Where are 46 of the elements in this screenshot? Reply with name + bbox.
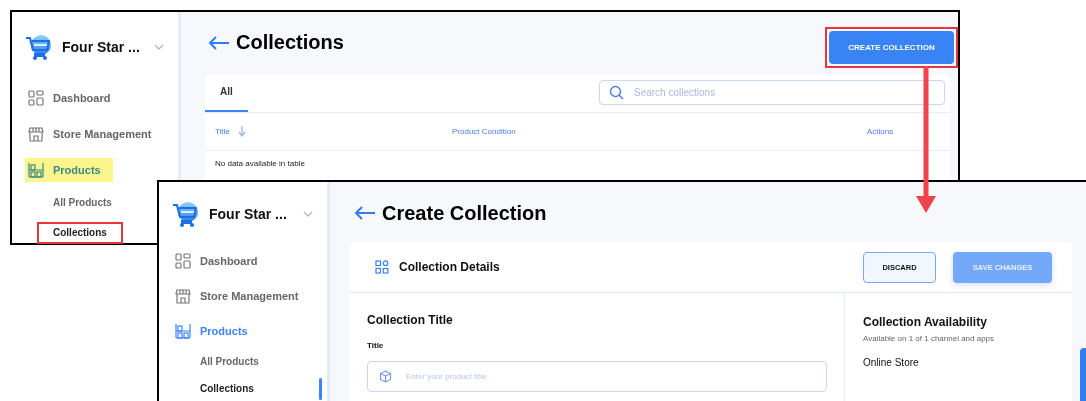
chevron-down-icon <box>154 44 164 50</box>
nav-item[interactable]: Products <box>172 315 260 347</box>
sort-down-icon <box>237 126 246 137</box>
cart-logo-icon <box>25 33 53 61</box>
column-header[interactable]: Title <box>215 126 452 137</box>
page-title: Create Collection <box>382 201 547 225</box>
create-collection-button[interactable]: CREATE COLLECTION <box>829 31 954 64</box>
store-icon <box>175 288 191 304</box>
page-title: Collections <box>236 31 344 54</box>
section-heading: Collection Title <box>367 312 454 328</box>
nav-item[interactable]: Dashboard <box>172 245 270 277</box>
nav-subitem[interactable]: All Products <box>37 192 128 214</box>
search-field[interactable]: Search collections <box>599 80 945 105</box>
chevron-down-icon <box>303 211 313 217</box>
shelves-icon <box>28 162 44 178</box>
title-input-field[interactable]: Enter your product title <box>367 361 827 392</box>
section-title: Collection Details <box>399 260 500 274</box>
grid-icon <box>28 90 44 106</box>
nav-subitem[interactable]: Collections <box>184 378 270 400</box>
section-heading: Collection Availability <box>863 314 988 330</box>
nav-subitem[interactable]: All Products <box>184 351 275 373</box>
cube-icon <box>379 370 392 383</box>
store-name: Four Star ... <box>62 39 140 55</box>
column-header: Product Condition <box>452 127 517 136</box>
empty-table-message: No data available in table <box>214 158 306 170</box>
field-label: Title <box>367 340 385 352</box>
tab[interactable]: All <box>205 75 248 112</box>
column-header: Actions <box>867 127 895 136</box>
nav-item[interactable]: Store Management <box>25 118 164 150</box>
store-name: Four Star ... <box>209 206 287 222</box>
nav-item[interactable]: Products <box>25 158 113 182</box>
nav-item[interactable]: Dashboard <box>25 82 123 114</box>
cart-logo-icon <box>172 200 200 228</box>
nav-subitem[interactable]: Collections <box>37 222 123 244</box>
search-icon <box>609 85 624 100</box>
nav-item[interactable]: Store Management <box>172 280 311 312</box>
active-indicator <box>319 378 322 400</box>
back-arrow-icon <box>354 206 376 220</box>
shelves-icon <box>175 323 191 339</box>
shapes-icon <box>375 260 389 274</box>
availability-note: Available on 1 of 1 channel and apps <box>863 334 996 343</box>
grid-icon <box>175 253 191 269</box>
store-icon <box>28 126 44 142</box>
channel-name: Online Store <box>863 357 920 368</box>
side-tab[interactable] <box>1080 348 1086 401</box>
back-arrow-icon <box>208 35 230 50</box>
